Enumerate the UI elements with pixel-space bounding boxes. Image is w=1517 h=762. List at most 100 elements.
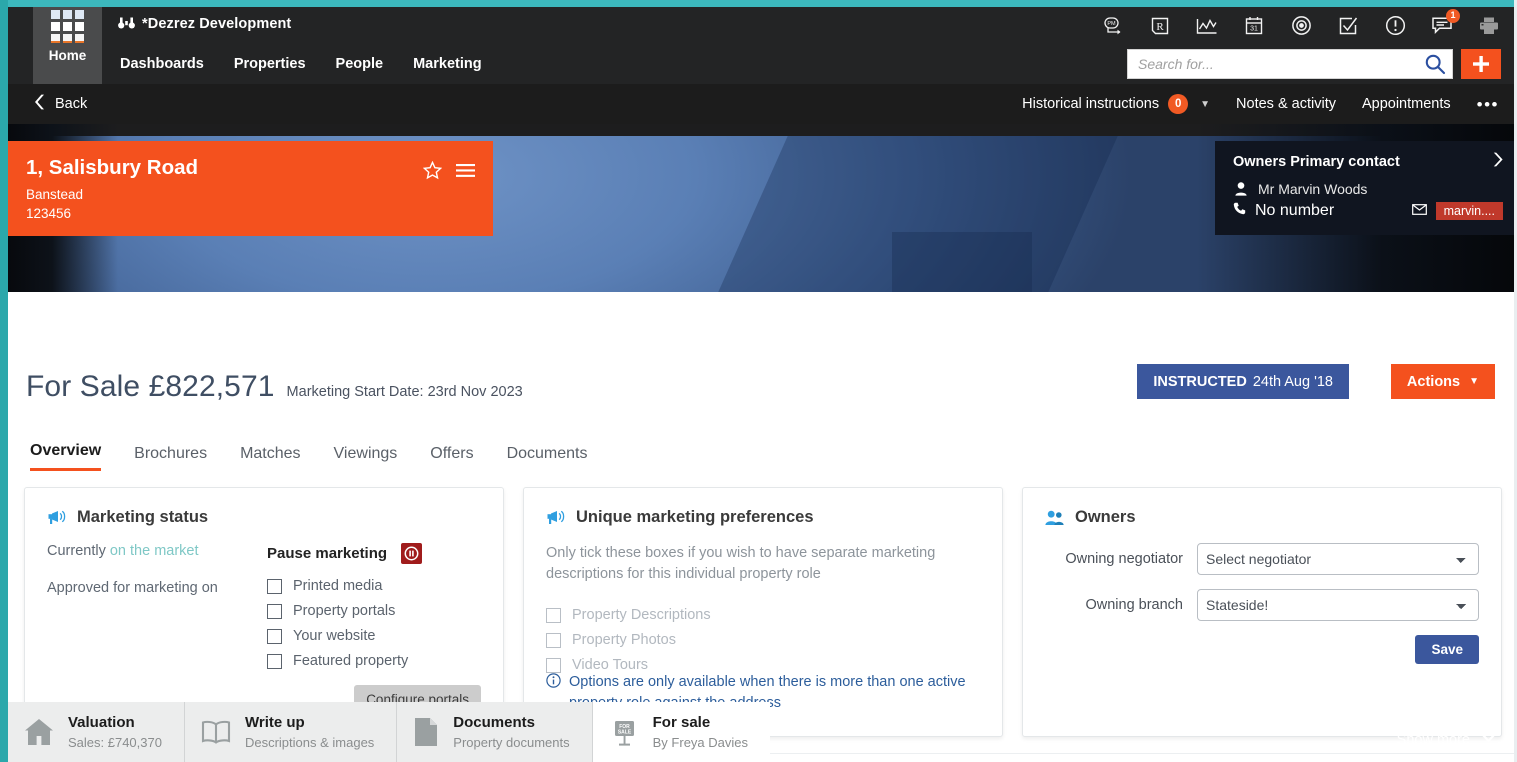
historical-instructions-link[interactable]: Historical instructions 0 <box>1022 94 1189 114</box>
pm-arrow-icon[interactable]: PM <box>1101 14 1125 38</box>
top-icon-bar: PM R 31 1 <box>1101 7 1501 44</box>
checkbox-box[interactable] <box>267 603 282 619</box>
checkbox-your-website[interactable]: Your website <box>267 628 422 644</box>
show-more-label: Show more <box>1396 732 1470 748</box>
tab-documents[interactable]: Documents <box>507 445 588 471</box>
checkbox-box[interactable] <box>267 578 282 594</box>
unique-marketing-preferences-card: Unique marketing preferences Only tick t… <box>523 487 1003 737</box>
house-icon <box>24 718 54 746</box>
more-options-icon[interactable]: ••• <box>1477 96 1499 113</box>
approved-for-marketing-label: Approved for marketing on <box>47 580 218 596</box>
chevron-down-icon: ▼ <box>1469 376 1479 387</box>
owning-branch-row: Owning branch Stateside! <box>1045 589 1479 621</box>
currently-prefix: Currently <box>47 543 106 559</box>
checkbox-property-photos[interactable]: Property Photos <box>546 632 778 648</box>
checkbox-label: Property portals <box>293 603 396 619</box>
tab-viewings[interactable]: Viewings <box>334 445 398 471</box>
app-title-text: *Dezrez Development <box>142 16 292 32</box>
tab-brochures[interactable]: Brochures <box>134 445 207 471</box>
actions-button[interactable]: Actions ▼ <box>1390 364 1495 399</box>
owning-negotiator-select[interactable]: Select negotiator <box>1197 543 1479 575</box>
owners-header: Owners <box>1045 508 1479 527</box>
hero-tab-valuation-title: Valuation <box>68 714 135 732</box>
checkbox-box[interactable] <box>546 632 561 648</box>
pause-marketing-row: Pause marketing <box>267 543 423 564</box>
chart-icon[interactable] <box>1195 14 1219 38</box>
checkbox-property-descriptions[interactable]: Property Descriptions <box>546 607 778 623</box>
checkbox-featured-property[interactable]: Featured property <box>267 653 422 669</box>
owning-branch-select[interactable]: Stateside! <box>1197 589 1479 621</box>
hero-tab-documents-text: Documents Property documents <box>453 714 569 750</box>
svg-text:31: 31 <box>1250 26 1258 33</box>
chevron-down-icon[interactable]: ▼ <box>1200 99 1210 110</box>
chevron-right-icon[interactable] <box>1493 152 1503 171</box>
contact-email-pill[interactable]: marvin.... <box>1435 202 1503 220</box>
notes-activity-link[interactable]: Notes & activity <box>1236 96 1336 112</box>
for-sale-board-icon: FOR SALE <box>609 717 639 747</box>
search-icon[interactable] <box>1418 50 1452 78</box>
exclamation-icon[interactable] <box>1383 14 1407 38</box>
calendar-icon[interactable]: 31 <box>1242 14 1266 38</box>
checkbox-printed-media[interactable]: Printed media <box>267 578 422 594</box>
add-new-button[interactable] <box>1461 49 1501 79</box>
tab-matches[interactable]: Matches <box>240 445 300 471</box>
checkbox-box[interactable] <box>267 628 282 644</box>
hero-tab-writeup[interactable]: Write up Descriptions & images <box>184 702 398 762</box>
chat-bubble-icon[interactable]: 1 <box>1430 8 1460 38</box>
checkbox-property-portals[interactable]: Property portals <box>267 603 422 619</box>
status-badge-instructed[interactable]: INSTRUCTED 24th Aug '18 <box>1137 364 1349 399</box>
nav-item-dashboards[interactable]: Dashboards <box>120 44 204 84</box>
search-box <box>1127 49 1453 79</box>
nav-home-tile[interactable]: Home <box>33 0 102 84</box>
menu-hamburger-icon[interactable] <box>456 163 475 182</box>
sub-navigation-bar: Back Historical instructions 0 ▼ Notes &… <box>8 84 1517 124</box>
top-bar: *Dezrez Development PM R 31 1 <box>8 7 1517 44</box>
show-more-button[interactable]: Show more <box>1397 732 1497 748</box>
hero-tab-for-sale[interactable]: FOR SALE For sale By Freya Davies <box>592 702 771 762</box>
nav-home-label: Home <box>48 48 87 63</box>
page-title: For Sale £822,571 <box>26 370 275 403</box>
hero-tab-documents[interactable]: Documents Property documents <box>397 702 593 762</box>
checkbox-label: Printed media <box>293 578 383 594</box>
contact-phone-email-row: No number marvin.... <box>1233 202 1503 220</box>
target-icon[interactable] <box>1289 14 1313 38</box>
svg-text:R: R <box>1156 21 1164 33</box>
owners-people-icon <box>1045 510 1064 526</box>
appointments-link[interactable]: Appointments <box>1362 96 1451 112</box>
checkbox-video-tours[interactable]: Video Tours <box>546 657 778 673</box>
printer-icon[interactable] <box>1477 14 1501 38</box>
checkbox-box[interactable] <box>546 657 561 673</box>
property-address-line1: 1, Salisbury Road <box>26 156 199 179</box>
checkbox-box[interactable] <box>267 653 282 669</box>
checkbox-label: Property Photos <box>572 632 676 649</box>
svg-text:PM: PM <box>1107 21 1116 27</box>
hero-tab-writeup-sub: Descriptions & images <box>244 734 375 750</box>
tab-offers[interactable]: Offers <box>430 445 473 471</box>
checkbox-label: Video Tours <box>572 657 649 674</box>
search-input[interactable] <box>1128 50 1418 78</box>
hero-tab-valuation-text: Valuation Sales: £740,370 <box>68 714 162 750</box>
favourite-star-icon[interactable] <box>422 160 443 184</box>
svg-text:SALE: SALE <box>617 730 631 736</box>
hero-tab-documents-sub: Property documents <box>453 734 570 750</box>
chevron-left-icon <box>34 94 45 114</box>
hero-tab-valuation[interactable]: Valuation Sales: £740,370 <box>8 702 185 762</box>
owning-branch-label: Owning branch <box>1085 597 1183 613</box>
content-tabs: Overview Brochures Matches Viewings Offe… <box>30 442 588 471</box>
registered-r-icon[interactable]: R <box>1148 14 1172 38</box>
actions-label: Actions <box>1406 373 1461 390</box>
back-button[interactable]: Back <box>34 84 87 124</box>
main-navigation: Home Dashboards Properties People Market… <box>8 0 1517 84</box>
nav-item-marketing[interactable]: Marketing <box>413 44 482 84</box>
checkbox-box[interactable] <box>546 607 561 623</box>
unique-marketing-checkboxes: Property Descriptions Property Photos Vi… <box>546 607 980 682</box>
property-section-tabs: Valuation Sales: £740,370 Write up Descr… <box>8 702 771 762</box>
pause-marketing-icon[interactable] <box>401 543 423 564</box>
nav-item-properties[interactable]: Properties <box>234 44 306 84</box>
property-reference: 123456 <box>26 205 72 221</box>
checkbox-tick-icon[interactable] <box>1336 14 1360 38</box>
tab-overview[interactable]: Overview <box>30 442 102 471</box>
save-button[interactable]: Save <box>1415 635 1479 664</box>
owners-title: Owners <box>1075 508 1136 526</box>
nav-item-people[interactable]: People <box>336 44 384 84</box>
